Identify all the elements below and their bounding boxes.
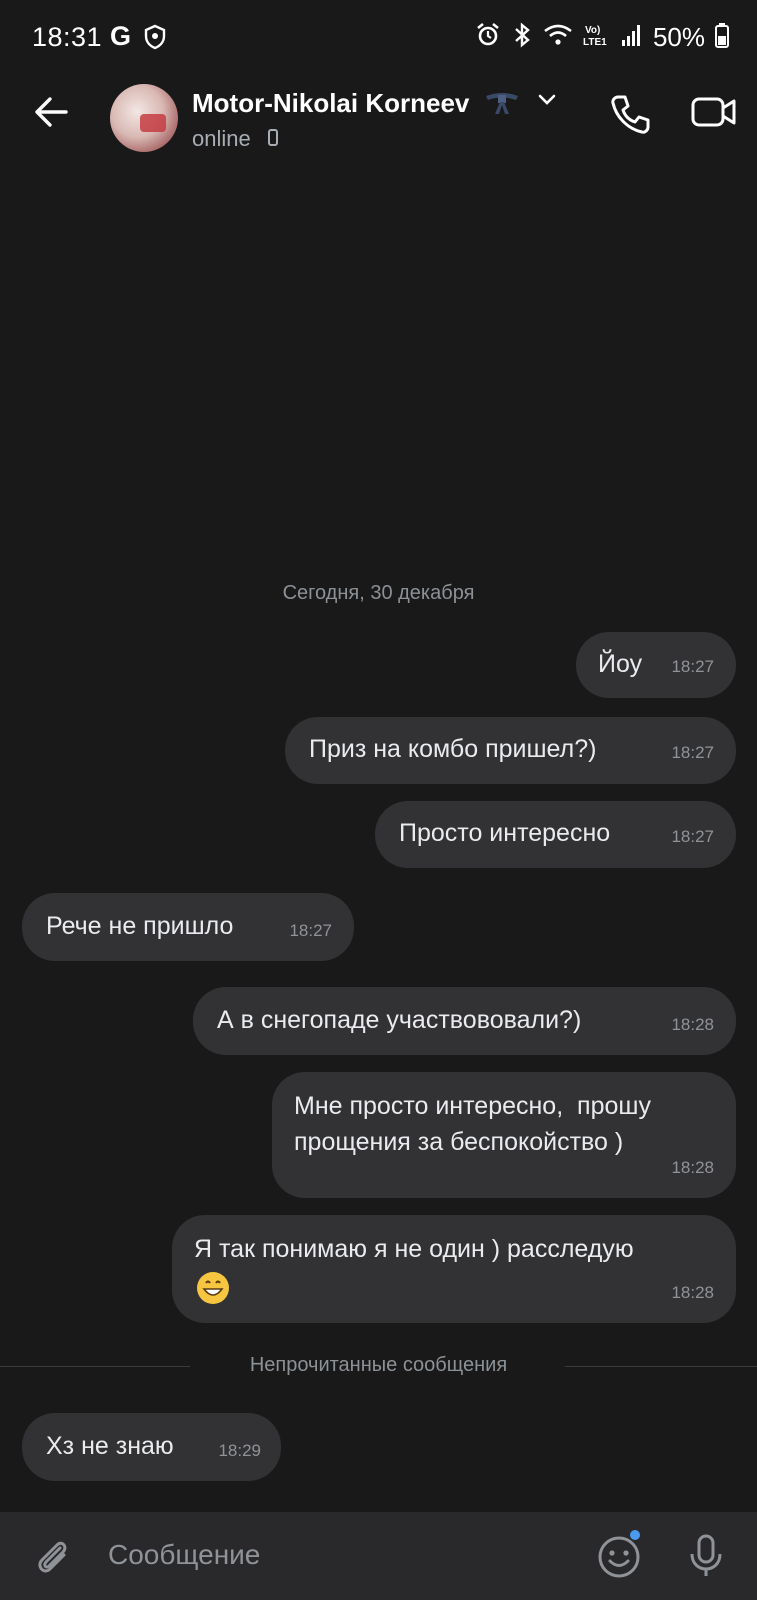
unread-separator-label: Непрочитанные сообщения [249, 1354, 508, 1376]
back-arrow-icon[interactable] [30, 90, 74, 134]
message-bubble-outgoing[interactable]: Йоу 18:27 [576, 632, 736, 698]
mobile-device-icon [268, 129, 278, 146]
message-text: Рече не пришло [46, 912, 234, 940]
bluetooth-icon [511, 22, 533, 53]
message-time: 18:27 [671, 657, 714, 676]
message-bubble-incoming[interactable]: Хз не знаю 18:29 [22, 1413, 281, 1481]
message-text: Просто интересно [399, 819, 611, 847]
status-icons: Vo) LTE1 50% [475, 22, 729, 53]
message-time: 18:28 [671, 1283, 714, 1302]
message-time: 18:27 [671, 827, 714, 846]
message-text: А в снегопаде участвововали?) [217, 1006, 582, 1034]
message-text: Йоу [598, 650, 643, 678]
status-time: 18:31 [32, 22, 103, 52]
message-time: 18:27 [289, 921, 332, 940]
message-time: 18:28 [671, 1015, 714, 1034]
volte-icon: Vo) LTE1 [583, 22, 611, 53]
unread-separator: Непрочитанные сообщения [0, 1354, 757, 1378]
message-text: Я так понимаю я не один ) расследую [194, 1235, 634, 1263]
message-time: 18:29 [218, 1441, 261, 1460]
message-bubble-outgoing[interactable]: Я так понимаю я не один ) расследую 18:2… [172, 1215, 736, 1323]
message-composer [0, 1512, 757, 1600]
notification-dot [630, 1530, 640, 1540]
message-bubble-outgoing[interactable]: Просто интересно 18:27 [375, 801, 736, 868]
chevron-down-icon[interactable] [536, 92, 558, 113]
status-bar: 18:31 G Vo) LTE1 50% [0, 0, 757, 72]
emoji-icon[interactable] [596, 1534, 642, 1585]
battery-icon [715, 22, 729, 53]
message-time: 18:27 [671, 743, 714, 762]
paperclip-icon[interactable] [32, 1534, 72, 1583]
shield-icon [144, 24, 166, 55]
chat-header: Motor-Nikolai Korneev online [0, 72, 757, 167]
message-input[interactable] [106, 1538, 560, 1572]
contact-status: online [192, 126, 251, 151]
wifi-icon [543, 23, 573, 52]
svg-text:LTE1: LTE1 [583, 37, 607, 48]
message-time: 18:28 [671, 1158, 714, 1177]
message-text: Хз не знаю [46, 1432, 174, 1460]
phone-icon[interactable] [608, 92, 652, 141]
message-bubble-outgoing[interactable]: Приз на комбо пришел?) 18:27 [285, 717, 736, 784]
message-bubble-outgoing[interactable]: А в снегопаде участвововали?) 18:28 [193, 987, 736, 1055]
microphone-icon[interactable] [686, 1532, 726, 1585]
alarm-icon [475, 22, 501, 53]
date-separator: Сегодня, 30 декабря [282, 582, 475, 604]
signal-icon [621, 23, 643, 52]
grinning-face-emoji [196, 1271, 230, 1315]
message-text: Приз на комбо пришел?) [309, 735, 597, 763]
svg-text:Vo): Vo) [585, 25, 600, 36]
avatar[interactable] [110, 84, 178, 152]
battery-percent: 50% [652, 22, 705, 52]
belt-icon [482, 88, 522, 123]
video-camera-icon[interactable] [690, 92, 738, 137]
google-badge: G [110, 21, 132, 51]
message-bubble-outgoing[interactable]: Мне просто интересно, прошу прощения за … [272, 1072, 736, 1198]
contact-name[interactable]: Motor-Nikolai Korneev [192, 88, 469, 119]
message-text: Мне просто интересно, прошу прощения за … [294, 1092, 651, 1156]
message-bubble-incoming[interactable]: Рече не пришло 18:27 [22, 893, 354, 961]
